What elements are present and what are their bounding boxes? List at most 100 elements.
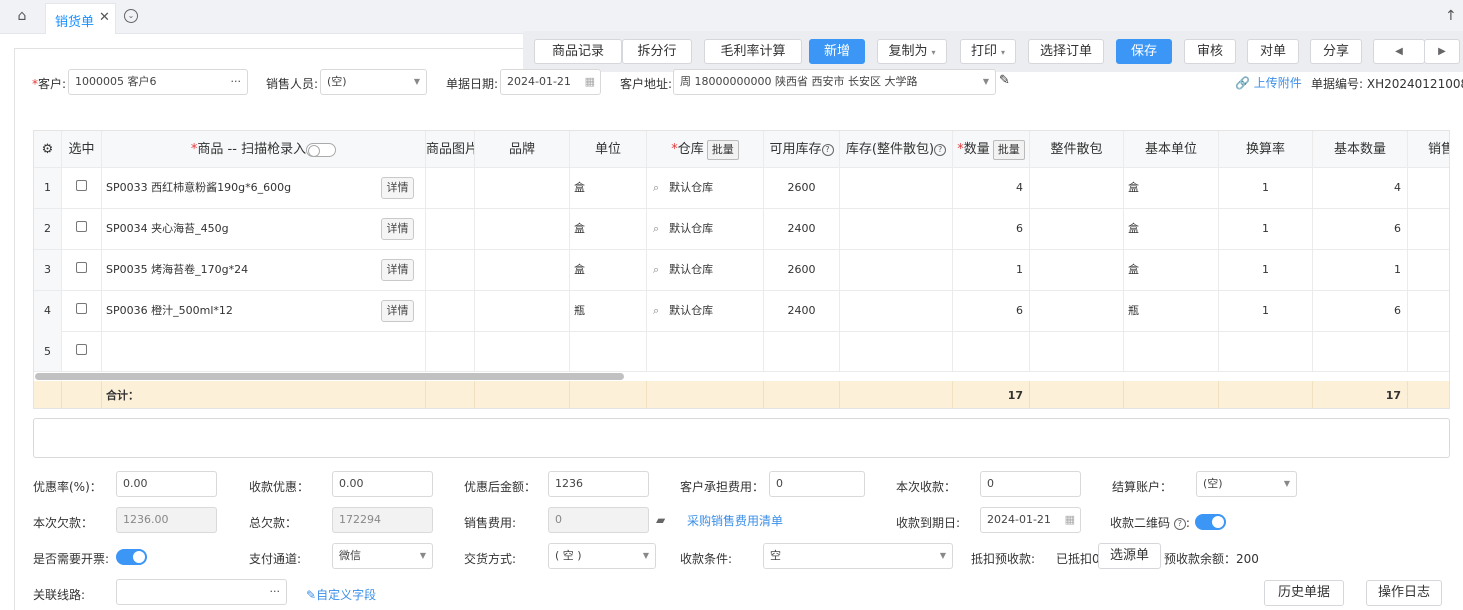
copy-as-button[interactable]: 复制为 ▾ [877,39,947,64]
invoice-switch[interactable] [116,549,147,565]
up-arrow-icon[interactable]: ↑ [1445,8,1457,24]
table-row[interactable]: 4 SP0036 橙汁_500ml*12 详情瓶 ⌕ 默认仓库 2400 6 瓶 1 6 [34,291,1449,332]
qty-cell[interactable]: 6 [953,291,1030,331]
warehouse-cell[interactable]: ⌕ 默认仓库 [647,291,764,331]
this-collect-input[interactable]: 0 [980,471,1081,497]
next-icon[interactable]: ▶ [1424,39,1460,64]
offset-done: 已抵扣0 [1056,552,1100,566]
save-button[interactable]: 保存 [1116,39,1172,64]
table-row-empty[interactable]: 5 [34,331,1449,372]
help-icon[interactable]: ? [934,143,947,156]
reconcile-button[interactable]: 对单 [1247,39,1299,64]
row-checkbox[interactable] [76,221,87,232]
warehouse-cell[interactable]: ⌕ 默认仓库 [647,250,764,290]
calendar-icon[interactable]: ▦ [1065,508,1075,532]
home-icon[interactable]: ⌂ [10,8,34,26]
header-warehouse: *仓库 批量 [647,131,764,167]
product-cell[interactable]: SP0035 烤海苔卷_170g*24 详情 [102,250,426,290]
due-date-input[interactable]: 2024-01-21 ▦ [980,507,1081,533]
history-button[interactable]: 历史单据 [1264,580,1344,606]
header-unit: 单位 [570,131,647,167]
edit-icon[interactable]: ✎ [999,73,1010,88]
table-row[interactable]: 3 SP0035 烤海苔卷_170g*24 详情盒 ⌕ 默认仓库 2600 1 盒 1 1 [34,250,1449,291]
search-icon[interactable]: ⌕ [653,181,659,194]
available-cell [764,331,840,371]
customer-input[interactable]: 1000005 客户6 ··· [68,69,248,95]
row-checkbox[interactable] [76,262,87,273]
qty-cell[interactable]: 6 [953,209,1030,249]
folder-icon[interactable]: ▰ [656,513,665,527]
customer-fee-input[interactable]: 0 [769,471,865,497]
detail-button[interactable]: 详情 [381,300,414,322]
remarks-textarea[interactable] [33,418,1450,458]
close-icon[interactable]: ✕ [99,10,110,25]
paperclip-icon: 🔗 [1235,76,1250,90]
help-icon[interactable]: ? [821,143,834,156]
pay-channel-select[interactable]: 微信 ▼ [332,543,433,569]
address-select[interactable]: 周 18000000000 陕西省 西安市 长安区 大学路 ▼ [673,69,996,95]
audit-button[interactable]: 审核 [1184,39,1236,64]
qty-cell[interactable]: 1 [953,250,1030,290]
search-icon[interactable]: ⌕ [653,222,659,235]
custom-field-link[interactable]: ✎自定义字段 [306,586,376,603]
row-checkbox-cell [62,250,102,290]
column-settings-icon[interactable]: ⚙ [34,131,62,167]
product-cell[interactable]: SP0033 西红柿意粉酱190g*6_600g 详情 [102,168,426,208]
header-available: 可用库存? [764,131,840,167]
chevron-down-icon: ▼ [642,551,649,560]
total-debt-label: 总欠款： [249,516,298,530]
warehouse-batch-button[interactable]: 批量 [706,139,739,160]
print-button[interactable]: 打印 ▾ [960,39,1016,64]
product-name: SP0033 西红柿意粉酱190g*6_600g [106,181,292,194]
tab-sales-order[interactable]: 销货单 ✕ [45,3,116,34]
warehouse-cell[interactable]: ⌕ 默认仓库 [647,168,764,208]
table-row[interactable]: 2 SP0034 夹心海苔_450g 详情盒 ⌕ 默认仓库 2400 6 盒 1 6 [34,209,1449,250]
row-checkbox[interactable] [76,303,87,314]
search-icon[interactable]: ⌕ [653,304,659,317]
table-row[interactable]: 1 SP0033 西红柿意粉酱190g*6_600g 详情盒 ⌕ 默认仓库 2600 4 盒 1… [34,168,1449,209]
qty-cell[interactable]: 4 [953,168,1030,208]
detail-button[interactable]: 详情 [381,177,414,199]
fee-list-link[interactable]: 采购销售费用清单 [687,512,783,529]
row-checkbox[interactable] [76,344,87,355]
image-cell [426,209,475,249]
row-checkbox[interactable] [76,180,87,191]
product-record-button[interactable]: 商品记录 [534,39,622,64]
new-button[interactable]: 新增 [809,39,865,64]
gross-margin-button[interactable]: 毛利率计算 [704,39,802,64]
date-input[interactable]: 2024-01-21 ▦ [500,69,601,95]
previous-icon[interactable]: ◀ [1373,39,1425,64]
collect-discount-input[interactable]: 0.00 [332,471,433,497]
select-source-button[interactable]: 选源单 [1098,543,1161,569]
line-input[interactable]: ··· [116,579,287,605]
qr-switch[interactable] [1195,514,1226,530]
split-row-button[interactable]: 拆分行 [622,39,692,64]
tab-menu-icon[interactable]: ⌄ [124,9,138,23]
delivery-select[interactable]: ( 空 ) ▼ [548,543,656,569]
tab-bar: ⌂ 销货单 ✕ ⌄ ↑ [0,0,1463,34]
calendar-icon[interactable]: ▦ [585,70,595,94]
detail-button[interactable]: 详情 [381,259,414,281]
header-base-qty: 基本数量 [1313,131,1408,167]
more-icon[interactable]: ··· [231,70,242,94]
product-cell[interactable]: SP0034 夹心海苔_450g 详情 [102,209,426,249]
more-icon[interactable]: ··· [270,580,281,604]
warehouse-cell[interactable]: ⌕ 默认仓库 [647,209,764,249]
horizontal-scrollbar[interactable] [35,373,624,380]
account-select[interactable]: (空) ▼ [1196,471,1297,497]
after-discount-input[interactable]: 1236 [548,471,649,497]
search-icon[interactable]: ⌕ [653,263,659,276]
help-icon[interactable]: ? [1173,517,1186,530]
select-order-button[interactable]: 选择订单 [1028,39,1104,64]
discount-rate-input[interactable]: 0.00 [116,471,217,497]
upload-attachment-link[interactable]: 🔗 上传附件 [1235,74,1302,91]
detail-button[interactable]: 详情 [381,218,414,240]
product-cell[interactable] [102,331,426,371]
collect-cond-select[interactable]: 空 ▼ [763,543,953,569]
operation-log-button[interactable]: 操作日志 [1366,580,1442,606]
product-cell[interactable]: SP0036 橙汁_500ml*12 详情 [102,291,426,331]
scan-toggle[interactable] [306,142,337,157]
share-button[interactable]: 分享 [1310,39,1362,64]
salesperson-select[interactable]: (空) ▼ [320,69,427,95]
qty-batch-button[interactable]: 批量 [992,139,1025,160]
